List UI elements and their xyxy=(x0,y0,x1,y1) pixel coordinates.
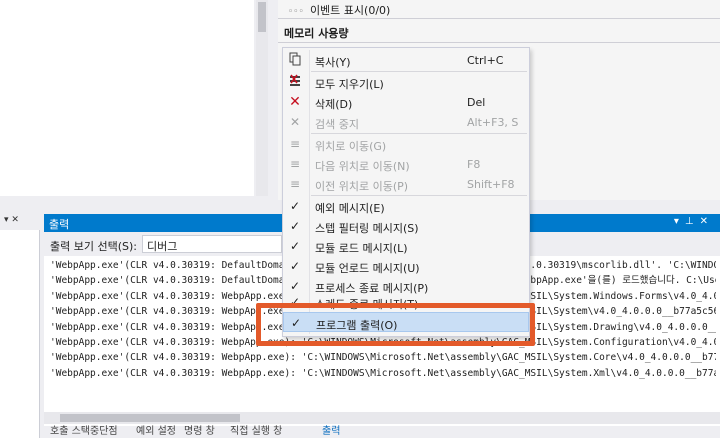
menu-item-label: 예외 메시지(E) xyxy=(315,202,385,215)
menu-item-delete[interactable]: ✕ 삭제(D) Del xyxy=(283,92,529,112)
menu-item-go-to-location[interactable]: ≡ 위치로 이동(G) xyxy=(283,134,529,154)
bottom-tab[interactable]: 중단점 xyxy=(90,422,118,437)
menu-item-next-location[interactable]: ≡ 다음 위치로 이동(N) F8 xyxy=(283,154,529,174)
menu-item-clear-all[interactable]: 모두 지우기(L) xyxy=(283,72,529,92)
close-icon[interactable]: ✕ xyxy=(700,216,714,227)
menu-item-shortcut: Ctrl+C xyxy=(467,54,504,67)
menu-item-label: 위치로 이동(G) xyxy=(315,140,387,153)
menu-item-shortcut: Del xyxy=(467,96,486,109)
menu-item-module-load-messages[interactable]: ✓ 모듈 로드 메시지(L) xyxy=(283,236,529,256)
check-icon: ✓ xyxy=(289,219,301,233)
pin-icon[interactable]: ⊥ xyxy=(685,216,700,227)
events-icon: ◦◦◦ xyxy=(288,7,304,17)
memory-usage-header: 메모리 사용량 xyxy=(284,27,349,40)
bottom-tab[interactable]: 호출 스택 xyxy=(50,422,90,437)
menu-item-previous-location[interactable]: ≡ 이전 위치로 이동(P) Shift+F8 xyxy=(283,174,529,194)
scrollbar-thumb[interactable] xyxy=(258,2,266,32)
check-icon: ✓ xyxy=(289,199,301,213)
left-docked-panel xyxy=(0,214,40,438)
menu-item-copy[interactable]: 복사(Y) Ctrl+C xyxy=(283,50,529,70)
bottom-tab[interactable]: 예외 설정 xyxy=(136,422,176,437)
output-line: 'WebpApp.exe'(CLR v4.0.30319: WebpApp.ex… xyxy=(50,352,716,364)
output-source-select[interactable]: 디버그 xyxy=(142,235,282,253)
copy-icon xyxy=(287,52,303,68)
go-to-location-icon: ≡ xyxy=(289,137,301,151)
menu-item-label: 복사(Y) xyxy=(315,56,351,69)
divider xyxy=(278,42,720,43)
context-menu: 복사(Y) Ctrl+C 모두 지우기(L) ✕ 삭제(D) Del ✕ 검색 … xyxy=(282,47,530,337)
event-count-row[interactable]: ◦◦◦ 이벤트 표시(0/0) xyxy=(288,2,390,18)
menu-item-label: 이전 위치로 이동(P) xyxy=(315,180,409,193)
clear-all-icon xyxy=(287,74,303,90)
menu-item-module-unload-messages[interactable]: ✓ 모듈 언로드 메시지(U) xyxy=(283,256,529,276)
bottom-tab[interactable]: 직접 실행 창 xyxy=(230,422,282,437)
menu-item-shortcut: F8 xyxy=(467,158,481,171)
menu-item-label: 검색 중지 xyxy=(315,118,359,131)
next-location-icon: ≡ xyxy=(289,157,301,171)
menu-item-label: 모듈 언로드 메시지(U) xyxy=(315,262,420,275)
menu-item-label: 삭제(D) xyxy=(315,98,353,111)
scrollbar-thumb[interactable] xyxy=(60,414,240,422)
menu-item-shortcut: Shift+F8 xyxy=(467,178,515,191)
check-icon: ✓ xyxy=(289,259,301,273)
bottom-tab[interactable]: 명령 창 xyxy=(184,422,215,437)
divider xyxy=(278,18,720,19)
dropdown-icon[interactable]: ▾ xyxy=(674,216,685,227)
bottom-tab[interactable]: 출력 xyxy=(322,422,340,437)
editor-area xyxy=(0,0,254,196)
output-source-label: 출력 보기 선택(S): xyxy=(50,240,137,253)
event-count-label: 이벤트 표시(0/0) xyxy=(309,4,391,17)
menu-item-step-filtering-messages[interactable]: ✓ 스텝 필터링 메시지(S) xyxy=(283,216,529,236)
menu-item-stop-search[interactable]: ✕ 검색 중지 Alt+F3, S xyxy=(283,112,529,132)
vertical-scrollbar[interactable] xyxy=(256,0,268,196)
window-controls[interactable]: ▾⊥✕ xyxy=(674,216,714,227)
stop-search-icon: ✕ xyxy=(289,115,301,129)
menu-item-label: 모듈 로드 메시지(L) xyxy=(315,242,408,255)
menu-item-label: 스텝 필터링 메시지(S) xyxy=(315,222,419,235)
menu-item-shortcut: Alt+F3, S xyxy=(467,116,519,129)
menu-item-label: 모두 지우기(L) xyxy=(315,78,384,91)
menu-item-label: 다음 위치로 이동(N) xyxy=(315,160,410,173)
output-title: 출력 xyxy=(49,218,70,231)
output-line: 'WebpApp.exe'(CLR v4.0.30319: WebpApp.ex… xyxy=(50,367,716,379)
delete-icon: ✕ xyxy=(289,94,301,110)
previous-location-icon: ≡ xyxy=(289,177,301,191)
highlight-annotation-box xyxy=(256,303,535,346)
pin-icon[interactable]: ▾ ✕ xyxy=(4,215,19,225)
check-icon: ✓ xyxy=(289,239,301,253)
menu-item-exception-messages[interactable]: ✓ 예외 메시지(E) xyxy=(283,196,529,216)
bottom-tab-strip: 호출 스택 중단점 예외 설정 명령 창 직접 실행 창 출력 xyxy=(44,426,720,438)
left-panel-title: ▾ ✕ xyxy=(0,214,40,230)
